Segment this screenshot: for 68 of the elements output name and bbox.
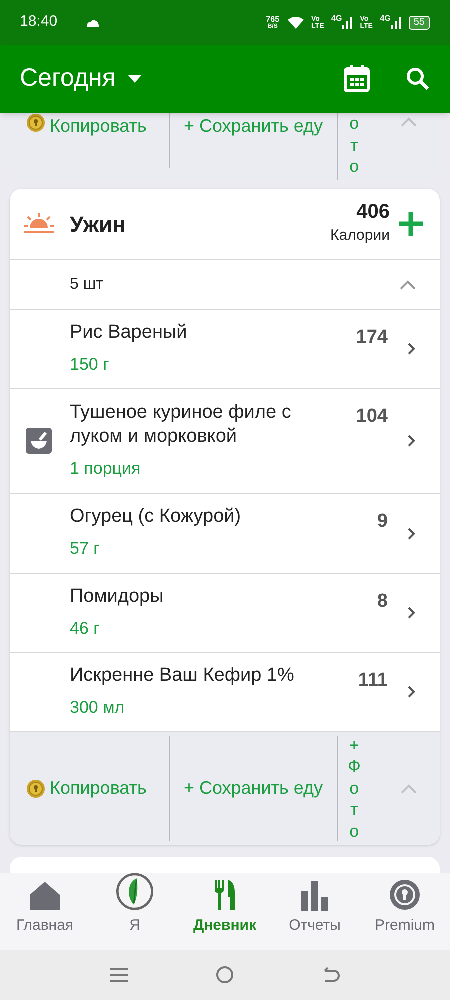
- food-entry[interactable]: Огурец (с Кожурой) 57 г 9: [10, 494, 440, 574]
- meal-title: Ужин: [70, 210, 126, 238]
- nav-tab[interactable]: Я: [90, 873, 180, 950]
- bar-chart-icon: [301, 880, 329, 910]
- food-calories: 174: [356, 326, 388, 350]
- signal-icon: [390, 16, 401, 28]
- menu-icon[interactable]: [110, 967, 128, 983]
- signal-icon: [342, 16, 352, 28]
- search-icon: [406, 67, 430, 91]
- coin-icon: [26, 113, 46, 133]
- keyhole-badge-icon: [389, 878, 421, 910]
- food-entry[interactable]: Помидоры 46 г 8: [10, 574, 440, 653]
- home-circle-icon[interactable]: [216, 966, 234, 984]
- food-amount: 46 г: [70, 618, 101, 640]
- food-name: Искренне Ваш Кефир 1%: [70, 664, 296, 688]
- save-food-button[interactable]: + Сохранить еду: [170, 113, 337, 140]
- nav-tab[interactable]: Premium: [360, 873, 450, 950]
- wifi-icon: [288, 16, 304, 28]
- food-calories: 8: [377, 590, 388, 614]
- food-entry[interactable]: Тушеное куриное филе с луком и морковкой 1 порция 104: [10, 389, 440, 494]
- network-type: 4G: [380, 13, 391, 25]
- sunset-icon: [24, 212, 54, 236]
- calories-label: Калории: [330, 226, 390, 246]
- chevron-right-icon: [408, 343, 416, 355]
- calendar-button[interactable]: [344, 65, 370, 93]
- add-food-button[interactable]: [398, 211, 424, 237]
- photo-button[interactable]: + Фото: [348, 734, 361, 842]
- food-calories: 9: [377, 510, 388, 534]
- cloud-icon: [86, 18, 100, 26]
- food-amount: 57 г: [70, 538, 101, 560]
- food-entry[interactable]: Рис Вареный 150 г 174: [10, 310, 440, 389]
- save-food-button[interactable]: + Сохранить еду: [170, 732, 337, 845]
- food-calories: 111: [358, 669, 388, 693]
- food-amount: 150 г: [70, 354, 110, 376]
- nav-tab[interactable]: Отчеты: [270, 873, 360, 950]
- plus-icon: [398, 211, 424, 237]
- copy-button[interactable]: Копировать: [10, 732, 169, 845]
- battery-indicator: 55: [408, 16, 430, 30]
- mortar-icon: [26, 428, 52, 454]
- chevron-right-icon: [408, 607, 416, 619]
- food-amount: 300 мл: [70, 696, 126, 719]
- nav-tab[interactable]: Дневник: [180, 873, 270, 950]
- food-name: Рис Вареный: [70, 320, 188, 345]
- photo-button[interactable]: ото: [348, 113, 361, 178]
- chevron-up-icon: [400, 280, 416, 290]
- items-count-row[interactable]: 5 шт: [10, 260, 440, 310]
- coin-icon: [26, 778, 46, 798]
- chevron-right-icon: [408, 528, 416, 540]
- food-name: Огурец (с Кожурой): [70, 505, 242, 530]
- food-amount: 1 порция: [70, 458, 142, 480]
- status-time: 18:40: [20, 12, 58, 32]
- copy-button[interactable]: Копировать: [10, 113, 169, 180]
- food-name: Тушеное куриное филе с луком и морковкой: [70, 400, 292, 450]
- calendar-icon: [344, 65, 370, 93]
- meal-calories: 406: [356, 200, 390, 226]
- fork-knife-icon: [214, 878, 236, 910]
- search-button[interactable]: [406, 67, 430, 91]
- caret-icon: [128, 75, 142, 83]
- nav-tab[interactable]: Главная: [0, 873, 90, 950]
- network-type: 4G: [332, 13, 342, 25]
- back-icon[interactable]: [322, 967, 340, 983]
- chevron-right-icon: [408, 435, 416, 447]
- food-calories: 104: [356, 405, 388, 429]
- home-icon: [29, 880, 61, 910]
- chevron-right-icon: [408, 686, 416, 698]
- date-dropdown[interactable]: Сегодня: [20, 60, 142, 98]
- network-speed: 765: [266, 16, 280, 24]
- food-name: Помидоры: [70, 584, 165, 609]
